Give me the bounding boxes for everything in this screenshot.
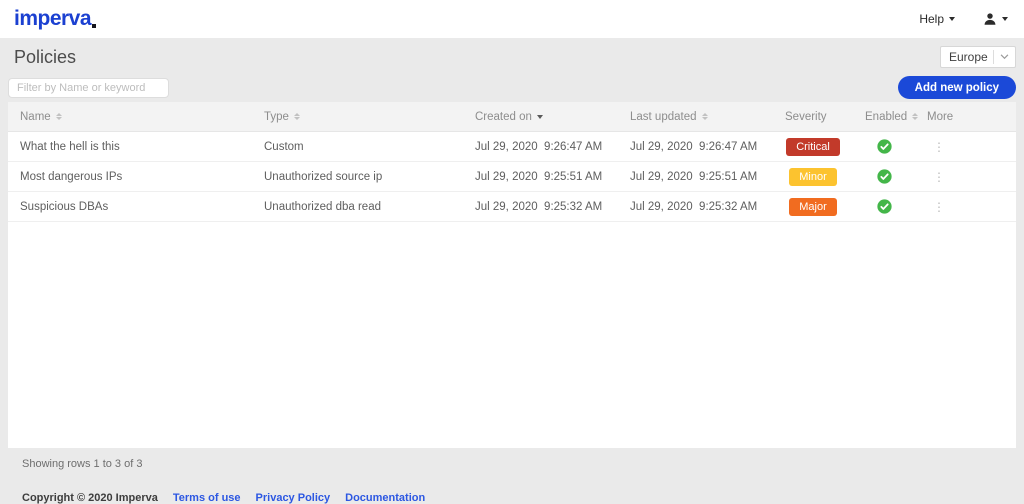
table-row[interactable]: Suspicious DBAs Unauthorized dba read Ju…	[8, 192, 1016, 222]
column-header-enabled[interactable]: Enabled	[853, 102, 919, 131]
region-select[interactable]: Europe	[940, 46, 1016, 68]
table-row[interactable]: What the hell is this Custom Jul 29, 202…	[8, 132, 1016, 162]
sort-icon	[701, 113, 708, 120]
chevron-down-icon	[994, 54, 1015, 60]
page-content: Policies Europe Add new policy Name Type C…	[0, 45, 1024, 504]
user-menu[interactable]	[983, 12, 1008, 26]
more-menu-button[interactable]: ⋮	[933, 171, 945, 183]
severity-badge: Major	[789, 197, 837, 216]
imperva-logo[interactable]: imperva	[14, 7, 97, 31]
table-row[interactable]: Most dangerous IPs Unauthorized source i…	[8, 162, 1016, 192]
table-header-row: Name Type Created on Last updated Severity En…	[8, 102, 1016, 132]
column-header-more: More	[915, 102, 1016, 131]
footer-link-documentation[interactable]: Documentation	[345, 492, 425, 504]
column-header-last-updated[interactable]: Last updated	[618, 102, 773, 131]
chevron-down-icon	[1002, 17, 1008, 21]
logo-text: imperva	[14, 7, 92, 30]
copyright-text: Copyright © 2020 Imperva	[22, 492, 158, 504]
enabled-check-icon	[876, 169, 892, 184]
filter-input[interactable]	[8, 77, 169, 98]
column-label: Name	[20, 110, 51, 123]
footer-links: Terms of use Privacy Policy Documentation	[173, 492, 425, 504]
column-label: Severity	[785, 110, 827, 123]
column-header-created-on[interactable]: Created on	[463, 102, 618, 131]
sort-icon	[55, 113, 62, 120]
chevron-down-icon	[949, 17, 955, 21]
last-updated-cell: Jul 29, 2020 9:26:47 AM	[630, 140, 758, 153]
severity-badge: Critical	[786, 137, 840, 156]
policy-name-cell: Most dangerous IPs	[20, 170, 123, 183]
column-label: Enabled	[865, 110, 908, 123]
policy-type-cell: Custom	[264, 140, 304, 153]
column-header-name[interactable]: Name	[8, 102, 252, 131]
column-header-type[interactable]: Type	[252, 102, 463, 131]
sort-icon	[293, 113, 300, 120]
page-footer: Copyright © 2020 Imperva Terms of use Pri…	[22, 492, 1016, 504]
policy-name-cell: Suspicious DBAs	[20, 200, 109, 213]
top-nav: Help	[919, 12, 1008, 26]
table-body: What the hell is this Custom Jul 29, 202…	[8, 132, 1016, 222]
sort-desc-icon	[536, 114, 543, 119]
created-on-cell: Jul 29, 2020 9:25:32 AM	[475, 200, 603, 213]
add-new-policy-button[interactable]: Add new policy	[897, 76, 1016, 99]
policy-name-cell: What the hell is this	[20, 140, 120, 153]
column-label: Last updated	[630, 110, 697, 123]
last-updated-cell: Jul 29, 2020 9:25:32 AM	[630, 200, 758, 213]
policy-type-cell: Unauthorized source ip	[264, 170, 383, 183]
user-icon	[984, 13, 996, 25]
region-selected-value: Europe	[949, 50, 988, 64]
severity-badge: Minor	[789, 167, 837, 186]
footer-link-terms-of-use[interactable]: Terms of use	[173, 492, 241, 504]
help-menu[interactable]: Help	[919, 12, 955, 26]
column-header-severity: Severity	[773, 102, 853, 131]
policy-type-cell: Unauthorized dba read	[264, 200, 381, 213]
rows-summary: Showing rows 1 to 3 of 3	[22, 458, 143, 470]
enabled-check-icon	[876, 199, 892, 214]
column-label: Created on	[475, 110, 532, 123]
column-label: Type	[264, 110, 289, 123]
help-label: Help	[919, 12, 944, 26]
more-menu-button[interactable]: ⋮	[933, 201, 945, 213]
column-label: More	[927, 110, 954, 123]
page-title: Policies	[14, 46, 77, 67]
footer-link-privacy-policy[interactable]: Privacy Policy	[256, 492, 331, 504]
enabled-check-icon	[876, 139, 892, 154]
created-on-cell: Jul 29, 2020 9:25:51 AM	[475, 170, 603, 183]
last-updated-cell: Jul 29, 2020 9:25:51 AM	[630, 170, 758, 183]
more-menu-button[interactable]: ⋮	[933, 141, 945, 153]
policies-table: Name Type Created on Last updated Severity En…	[8, 102, 1016, 448]
created-on-cell: Jul 29, 2020 9:26:47 AM	[475, 140, 603, 153]
top-bar: imperva Help	[0, 0, 1024, 38]
logo-square-dot	[92, 24, 97, 28]
